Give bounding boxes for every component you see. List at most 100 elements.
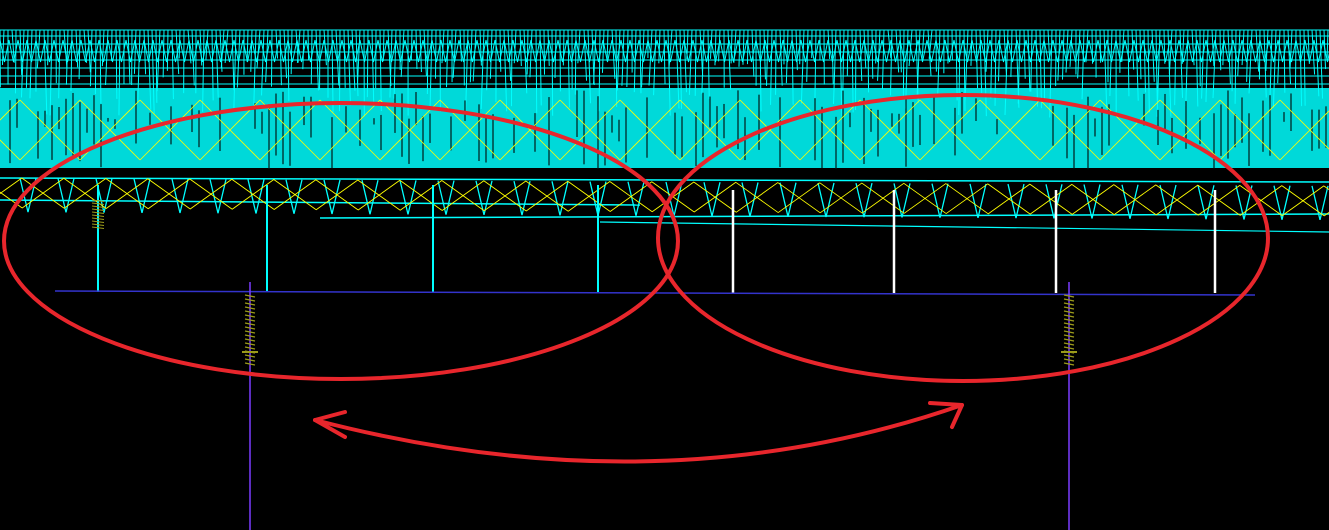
truss-web xyxy=(510,29,513,107)
truss-zigzag xyxy=(44,39,55,63)
truss-web xyxy=(89,29,93,87)
support-bracket xyxy=(969,183,987,218)
truss-web xyxy=(694,29,697,96)
truss-zigzag xyxy=(746,39,757,63)
truss-web xyxy=(1179,29,1184,98)
truss-web xyxy=(25,29,29,88)
truss-web xyxy=(779,29,783,86)
support-bracket xyxy=(399,180,417,215)
truss-zigzag xyxy=(872,39,883,63)
truss-zigzag xyxy=(1052,39,1063,63)
truss-zigzag xyxy=(377,39,388,63)
truss-web xyxy=(78,29,81,80)
truss-zigzag xyxy=(341,39,352,63)
truss-zigzag xyxy=(548,39,559,63)
truss-web xyxy=(688,29,693,95)
truss-zigzag xyxy=(1088,39,1099,63)
truss-zigzag xyxy=(287,39,298,63)
truss-zigzag xyxy=(35,39,46,63)
truss-web xyxy=(543,29,546,75)
truss-web xyxy=(1077,29,1081,79)
truss-web xyxy=(937,29,941,95)
truss-web xyxy=(1315,29,1320,97)
truss-web xyxy=(1062,29,1065,80)
structural-model-drawing xyxy=(0,29,1329,530)
truss-zigzag xyxy=(728,39,739,63)
truss-zigzag xyxy=(251,39,262,63)
truss-zigzag xyxy=(1268,39,1279,63)
truss-zigzag xyxy=(1196,39,1207,63)
support-bracket xyxy=(741,182,759,217)
support-bracket xyxy=(475,180,493,216)
truss-zigzag xyxy=(890,39,901,63)
truss-web xyxy=(1027,29,1031,92)
truss-web xyxy=(1294,29,1297,89)
truss-zigzag xyxy=(1007,39,1018,63)
truss-web xyxy=(105,29,109,86)
truss-web xyxy=(279,29,282,86)
truss-web xyxy=(1151,29,1155,82)
truss-zigzag xyxy=(1025,39,1036,63)
truss-web xyxy=(902,29,905,97)
comparison-arrow-curve xyxy=(313,403,964,464)
support-bracket xyxy=(1083,184,1101,219)
truss-web xyxy=(446,29,449,88)
truss-zigzag xyxy=(1097,39,1108,63)
truss-zigzag xyxy=(1322,39,1329,63)
truss-zigzag xyxy=(575,39,586,63)
bottom-chord xyxy=(599,221,1329,233)
truss-web xyxy=(730,29,733,64)
truss-web xyxy=(889,29,893,96)
truss-zigzag xyxy=(152,39,163,63)
truss-web xyxy=(1109,29,1113,96)
support-bracket xyxy=(931,183,949,218)
truss-web xyxy=(1283,29,1286,93)
truss-web xyxy=(583,29,588,81)
support-bracket xyxy=(1121,184,1139,219)
truss-zigzag xyxy=(305,39,316,63)
support-bracket xyxy=(285,179,303,214)
truss-zigzag xyxy=(368,39,379,63)
truss-web xyxy=(746,29,749,65)
truss-zigzag xyxy=(953,39,964,63)
truss-web xyxy=(615,29,618,107)
truss-zigzag xyxy=(800,39,811,63)
truss-web xyxy=(246,29,249,62)
truss-zigzag xyxy=(116,39,127,63)
truss-zigzag xyxy=(521,39,532,63)
truss-web xyxy=(290,29,293,75)
truss-zigzag xyxy=(179,39,190,63)
truss-web xyxy=(70,29,73,91)
truss-web xyxy=(846,29,849,77)
truss-zigzag xyxy=(1133,39,1144,63)
truss-web xyxy=(261,29,265,96)
truss-web xyxy=(1023,29,1026,79)
support-bracket xyxy=(627,181,645,216)
truss-web xyxy=(871,29,874,79)
truss-web xyxy=(355,29,359,97)
truss-web xyxy=(653,29,657,96)
truss-web xyxy=(452,29,457,78)
truss-web xyxy=(658,29,661,64)
truss-web xyxy=(574,29,577,95)
truss-zigzag xyxy=(1115,39,1126,63)
truss-web xyxy=(611,29,616,79)
truss-web xyxy=(366,29,369,98)
support-bracket xyxy=(171,178,189,214)
truss-web xyxy=(551,29,554,116)
support-bracket xyxy=(779,182,797,217)
truss-web xyxy=(1143,29,1147,93)
support-bracket xyxy=(323,179,341,215)
truss-web xyxy=(1326,29,1329,60)
truss-web xyxy=(166,29,169,71)
truss-web xyxy=(486,29,489,91)
cad-viewport[interactable] xyxy=(0,0,1329,530)
truss-zigzag xyxy=(260,39,271,63)
support-bracket xyxy=(817,182,835,218)
truss-web xyxy=(1258,29,1261,80)
truss-zigzag xyxy=(53,39,64,63)
truss-web xyxy=(766,29,769,86)
truss-web xyxy=(1277,29,1281,84)
truss-web xyxy=(307,29,310,60)
truss-zigzag xyxy=(629,39,640,63)
